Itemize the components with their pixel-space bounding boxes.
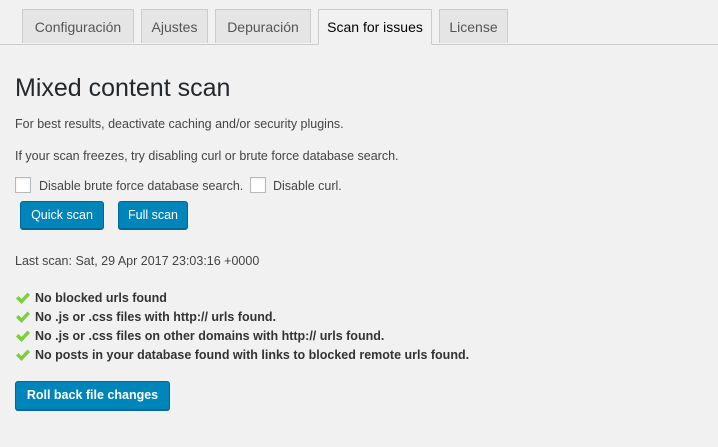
scan-freeze-hint: If your scan freezes, try disabling curl… xyxy=(15,149,399,163)
quick-scan-button[interactable]: Quick scan xyxy=(20,201,104,229)
full-scan-button[interactable]: Full scan xyxy=(118,201,188,229)
tab-configuracion[interactable]: Configuración xyxy=(22,9,134,43)
checkmark-icon xyxy=(16,349,30,361)
scan-result-item: No posts in your database found with lin… xyxy=(15,346,469,364)
tab-license[interactable]: License xyxy=(439,9,508,43)
tab-scan-for-issues[interactable]: Scan for issues xyxy=(318,9,432,45)
disable-bruteforce-checkbox[interactable] xyxy=(15,177,31,193)
tab-ajustes[interactable]: Ajustes xyxy=(141,9,208,43)
scan-result-item: No .js or .css files on other domains wi… xyxy=(15,327,384,345)
checkmark-icon xyxy=(16,311,30,323)
roll-back-file-changes-button[interactable]: Roll back file changes xyxy=(15,381,170,410)
checkmark-icon xyxy=(16,330,30,342)
best-results-hint: For best results, deactivate caching and… xyxy=(15,117,344,131)
scan-result-text: No .js or .css files with http:// urls f… xyxy=(35,310,276,324)
scan-result-item: No blocked urls found xyxy=(15,289,167,307)
scan-result-text: No blocked urls found xyxy=(35,291,167,305)
checkmark-icon xyxy=(16,292,30,304)
disable-bruteforce-label[interactable]: Disable brute force database search. xyxy=(39,178,243,194)
tab-depuracion[interactable]: Depuración xyxy=(215,9,311,43)
tab-bar: Configuración Ajustes Depuración Scan fo… xyxy=(0,0,718,45)
last-scan-timestamp: Last scan: Sat, 29 Apr 2017 23:03:16 +00… xyxy=(15,254,260,268)
disable-curl-checkbox[interactable] xyxy=(250,177,266,193)
scan-result-item: No .js or .css files with http:// urls f… xyxy=(15,308,276,326)
scan-result-text: No posts in your database found with lin… xyxy=(35,348,470,362)
page-title: Mixed content scan xyxy=(15,74,231,102)
disable-curl-label[interactable]: Disable curl. xyxy=(273,178,342,194)
scan-result-text: No .js or .css files on other domains wi… xyxy=(35,329,385,343)
